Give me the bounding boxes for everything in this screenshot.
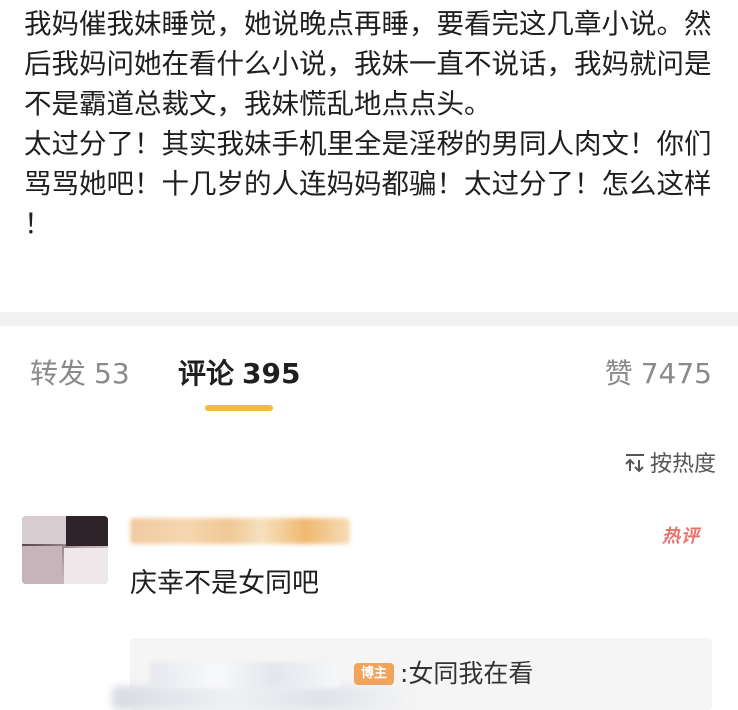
tab-repost[interactable]: 转发 53: [30, 352, 130, 396]
avatar-pixel-block: [22, 546, 62, 584]
post-tabs: 转发 53 评论 395 赞 7475: [0, 352, 738, 402]
tab-repost-label: 转发: [30, 357, 87, 390]
tab-likes-label: 赞: [604, 357, 633, 390]
author-badge: 博主: [354, 663, 394, 685]
avatar[interactable]: [22, 516, 108, 584]
weibo-post-page: 我妈催我妹睡觉，她说晚点再睡，要看完这几章小说。然后我妈问她在看什么小说，我妹一…: [0, 0, 738, 710]
avatar-pixel-block: [64, 548, 108, 584]
hot-comment-badge: 热评: [662, 526, 700, 547]
blurred-overlay: [112, 686, 412, 710]
tab-repost-count: 53: [94, 357, 130, 390]
tab-comments-label: 评论: [178, 357, 235, 390]
post-paragraph-1: 我妈催我妹睡觉，她说晚点再睡，要看完这几章小说。然后我妈问她在看什么小说，我妹一…: [24, 8, 712, 120]
section-divider: [0, 312, 738, 326]
tab-likes[interactable]: 赞 7475: [605, 352, 712, 396]
reply-text: :女同我在看: [400, 659, 534, 688]
post-paragraph-2: 太过分了！其实我妹手机里全是淫秽的男同人肉文！你们骂骂她吧！十几岁的人连妈妈都骗…: [24, 128, 712, 240]
post-body: 我妈催我妹睡觉，她说晚点再睡，要看完这几章小说。然后我妈问她在看什么小说，我妹一…: [24, 4, 714, 244]
tab-comments-count: 395: [242, 357, 301, 390]
tab-likes-count: 7475: [640, 357, 712, 390]
sort-label: 按热度: [649, 452, 716, 477]
sort-by-hot-button[interactable]: 按热度: [624, 446, 716, 478]
reply-box[interactable]: 博主 :女同我在看: [112, 638, 712, 710]
sort-icon: [625, 454, 644, 473]
username-blurred[interactable]: [130, 518, 350, 544]
reply-username-blurred[interactable]: [150, 662, 340, 688]
tab-comments[interactable]: 评论 395: [178, 352, 300, 396]
comment-item: 热评 庆幸不是女同吧 博主 :女同我在看: [0, 500, 738, 710]
comment-text: 庆幸不是女同吧: [130, 568, 319, 599]
active-tab-indicator: [205, 405, 273, 411]
